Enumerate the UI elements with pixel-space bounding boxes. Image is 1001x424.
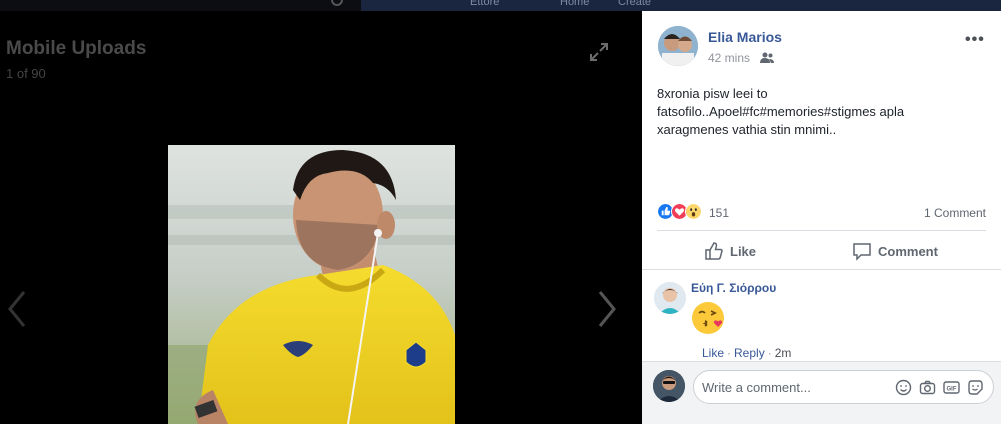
- comments-section: Εύη Γ. Σιόρρου Like · Reply · 2m: [642, 269, 1001, 361]
- commenter-avatar[interactable]: [654, 282, 686, 314]
- post-author-name[interactable]: Elia Marios: [708, 29, 782, 45]
- kissing-face-emoji-icon: [692, 302, 724, 334]
- comment-meta: Like · Reply · 2m: [702, 346, 792, 360]
- photo-theater: Ettore Home Create Mobile Uploads 1 of 9…: [0, 0, 1001, 424]
- camera-icon[interactable]: [919, 379, 936, 396]
- svg-text:GIF: GIF: [947, 387, 957, 393]
- photo-viewer: Mobile Uploads 1 of 90: [0, 11, 642, 424]
- comment-composer-area: GIF: [642, 361, 1001, 424]
- wow-reaction-icon: [685, 203, 702, 220]
- nav-item-home[interactable]: Home: [560, 0, 589, 8]
- reaction-count[interactable]: 151: [709, 206, 729, 220]
- comment-label: Comment: [878, 243, 938, 259]
- like-button[interactable]: Like: [704, 240, 756, 262]
- facebook-nav-strip: [361, 0, 1001, 11]
- next-photo-arrow-icon[interactable]: [596, 289, 618, 329]
- post-photo[interactable]: [168, 145, 455, 424]
- comment-like-link[interactable]: Like: [702, 346, 724, 360]
- comment-author[interactable]: Εύη Γ. Σιόρρου: [691, 281, 776, 295]
- emoji-icon[interactable]: [895, 379, 912, 396]
- photo-position: 1 of 90: [6, 66, 46, 81]
- comment-time[interactable]: 2m: [775, 346, 792, 360]
- like-thumb-icon: [705, 242, 723, 260]
- current-user-avatar[interactable]: [653, 370, 685, 402]
- expand-icon[interactable]: [588, 41, 610, 63]
- comment-button[interactable]: Comment: [852, 240, 938, 262]
- nav-item-create[interactable]: Create: [618, 0, 651, 8]
- divider: [657, 230, 986, 231]
- comment-bubble-icon: [853, 243, 871, 261]
- more-options-icon[interactable]: •••: [965, 31, 985, 49]
- post-text: 8xronia pisw leei to fatsofilo..Apoel#fc…: [657, 86, 905, 137]
- nav-item-profile[interactable]: Ettore: [470, 0, 499, 8]
- author-avatar[interactable]: [658, 26, 698, 66]
- gif-icon[interactable]: GIF: [943, 379, 960, 396]
- post-timestamp[interactable]: 42 mins: [708, 51, 750, 65]
- album-title[interactable]: Mobile Uploads: [6, 38, 146, 60]
- friends-audience-icon[interactable]: [760, 52, 774, 63]
- comment-input[interactable]: [702, 378, 882, 396]
- like-label: Like: [730, 243, 757, 259]
- previous-photo-arrow-icon[interactable]: [6, 289, 28, 329]
- post-side-panel: Elia Marios 42 mins ••• 8xronia pisw lee…: [642, 11, 1001, 424]
- background-top-bar: Ettore Home Create: [0, 0, 1001, 11]
- search-icon: [331, 0, 343, 6]
- comment-input-box[interactable]: GIF: [693, 370, 994, 404]
- comment-reply-link[interactable]: Reply: [734, 346, 765, 360]
- sticker-icon[interactable]: [967, 379, 984, 396]
- comment-count[interactable]: 1 Comment: [924, 206, 986, 220]
